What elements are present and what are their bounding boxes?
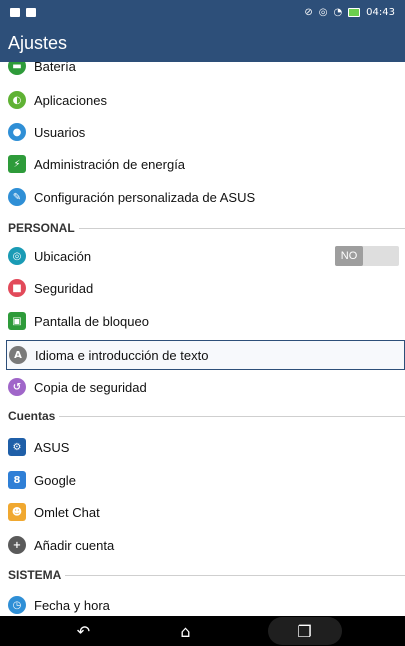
setting-item-fecha-hora[interactable]: ◷ Fecha y hora (8, 589, 405, 616)
wifi-icon: ◔ (333, 6, 343, 18)
setting-item-configuracion-asus[interactable]: ✎ Configuración personalizada de ASUS (8, 180, 405, 214)
setting-item-seguridad[interactable]: ■ Seguridad (8, 272, 405, 304)
recent-apps-icon: ❐ (297, 621, 312, 641)
setting-label: Aplicaciones (34, 92, 107, 108)
asus-account-icon: ⚙ (8, 438, 26, 456)
section-divider (65, 574, 405, 576)
navigation-bar: ↶ ⌂ ❐ (0, 616, 405, 646)
home-button[interactable]: ⌂ (166, 617, 206, 645)
setting-item-aplicaciones[interactable]: ◐ Aplicaciones (8, 84, 405, 116)
lock-icon: ■ (8, 279, 26, 297)
setting-item-bateria[interactable]: ▬ Batería (8, 62, 405, 75)
setting-label: Configuración personalizada de ASUS (34, 189, 256, 205)
setting-label: Administración de energía (34, 156, 186, 172)
omlet-icon: ☻ (8, 503, 26, 521)
section-divider (59, 415, 405, 417)
setting-item-idioma[interactable]: A Idioma e introducción de texto (6, 340, 405, 370)
battery-icon: ▬ (8, 62, 26, 75)
home-icon: ⌂ (180, 621, 191, 641)
apps-icon: ◐ (8, 91, 26, 109)
clock-icon: ◷ (8, 596, 26, 614)
setting-item-google[interactable]: 8 Google (8, 464, 405, 496)
setting-label: Añadir cuenta (34, 537, 115, 553)
lockscreen-icon: ▣ (8, 312, 26, 330)
setting-item-omlet-chat[interactable]: ☻ Omlet Chat (8, 496, 405, 528)
add-account-icon: + (8, 536, 26, 554)
setting-label: Idioma e introducción de texto (35, 347, 209, 363)
notification-icon (10, 7, 20, 17)
section-divider (78, 227, 405, 229)
setting-label: Batería (34, 62, 76, 74)
setting-label: Seguridad (34, 280, 94, 296)
battery-charging-icon (348, 7, 361, 17)
section-header-sistema: SISTEMA (8, 567, 405, 583)
setting-item-usuarios[interactable]: ● Usuarios (8, 116, 405, 148)
setting-label: Pantalla de bloqueo (34, 313, 149, 329)
section-header-personal: PERSONAL (8, 220, 405, 236)
setting-item-ubicacion[interactable]: ◎ Ubicación NO (8, 240, 405, 272)
setting-item-asus-account[interactable]: ⚙ ASUS (8, 431, 405, 463)
status-bar: ⊘ ◎ ◔ 04:43 (0, 0, 405, 24)
setting-label: Ubicación (34, 248, 92, 264)
user-icon: ● (8, 123, 26, 141)
setting-label: ASUS (34, 439, 70, 455)
location-toggle[interactable]: NO (335, 246, 399, 266)
no-sound-icon: ⊘ (304, 6, 313, 18)
section-header-cuentas: Cuentas (8, 408, 405, 424)
page-title: Ajustes (8, 32, 68, 53)
setting-label: Usuarios (34, 124, 86, 140)
google-icon: 8 (8, 471, 26, 489)
setting-label: Copia de seguridad (34, 379, 147, 395)
recent-apps-button[interactable]: ❐ (267, 617, 342, 645)
setting-item-copia-seguridad[interactable]: ↺ Copia de seguridad (8, 371, 405, 403)
back-button[interactable]: ↶ (64, 617, 104, 645)
back-icon: ↶ (76, 621, 91, 641)
setting-item-administracion-energia[interactable]: ⚡ Administración de energía (8, 148, 405, 180)
alarm-icon: ◎ (318, 6, 328, 18)
language-icon: A (9, 346, 27, 364)
backup-icon: ↺ (8, 378, 26, 396)
setting-item-pantalla-bloqueo[interactable]: ▣ Pantalla de bloqueo (8, 305, 405, 337)
settings-list[interactable]: ▬ Batería ◐ Aplicaciones ● Usuarios ⚡ Ad… (0, 62, 405, 616)
asus-custom-icon: ✎ (8, 188, 26, 206)
toggle-state: NO (335, 246, 363, 266)
sd-card-icon (26, 7, 36, 17)
setting-label: Google (34, 472, 76, 488)
power-management-icon: ⚡ (8, 155, 26, 173)
setting-label: Fecha y hora (34, 597, 110, 613)
setting-label: Omlet Chat (34, 504, 100, 520)
setting-item-anadir-cuenta[interactable]: + Añadir cuenta (8, 529, 405, 561)
status-time: 04:43 (366, 6, 395, 18)
location-icon: ◎ (8, 247, 26, 265)
app-bar: Ajustes (0, 24, 405, 62)
